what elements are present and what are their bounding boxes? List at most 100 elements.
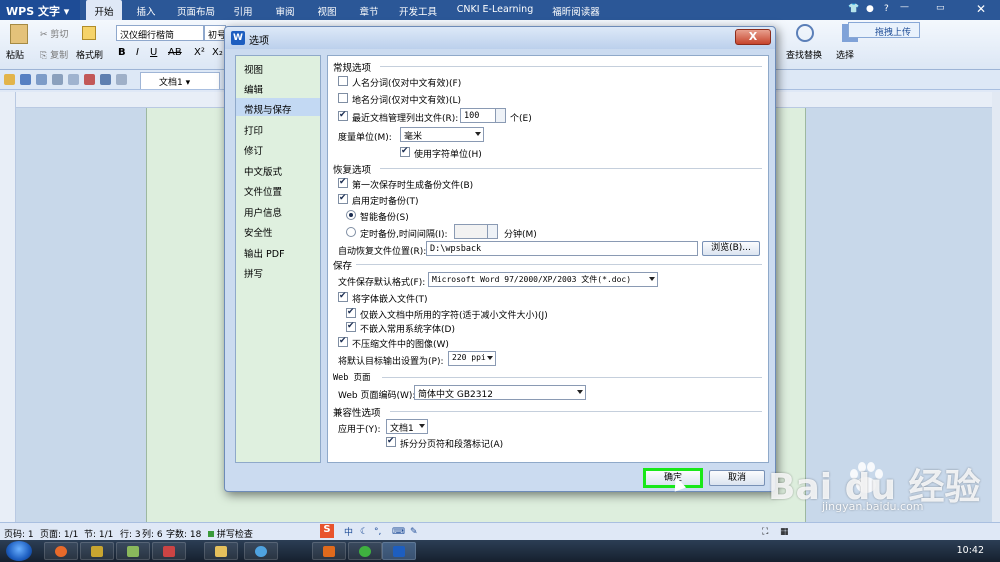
backup-interval-spinner[interactable] xyxy=(487,225,497,238)
nav-item-file-location[interactable]: 文件位置 xyxy=(236,180,320,198)
autosave-location-field[interactable]: D:\wpsback xyxy=(426,241,698,256)
help-icon[interactable]: ? xyxy=(884,4,889,14)
embed-fonts-checkbox[interactable] xyxy=(338,291,348,302)
browse-button[interactable]: 浏览(B)... xyxy=(702,241,760,256)
find-replace-icon[interactable] xyxy=(796,24,814,42)
vertical-scrollbar[interactable] xyxy=(992,92,1000,522)
restore-icon[interactable]: ▭ xyxy=(936,3,945,13)
taskbar-qq[interactable] xyxy=(244,542,278,560)
recent-count-spinner[interactable] xyxy=(495,109,505,122)
nav-item-export-pdf[interactable]: 输出 PDF xyxy=(236,242,320,260)
print-icon[interactable] xyxy=(52,74,63,85)
taskbar-app-2[interactable] xyxy=(80,542,114,560)
tab-insert[interactable]: 插入 xyxy=(128,0,164,20)
format-painter-label[interactable]: 格式刷 xyxy=(76,48,103,61)
char-unit-checkbox[interactable] xyxy=(400,146,410,157)
underline-button[interactable]: U xyxy=(150,47,157,58)
tab-chapter[interactable]: 章节 xyxy=(354,0,384,20)
taskbar-firefox[interactable] xyxy=(44,542,78,560)
close-icon[interactable]: ✕ xyxy=(976,2,986,16)
subscript-button[interactable]: X₂ xyxy=(212,47,223,58)
recent-count-field[interactable]: 100 xyxy=(460,108,506,123)
nav-item-user-info[interactable]: 用户信息 xyxy=(236,201,320,219)
taskbar-app-3[interactable] xyxy=(116,542,150,560)
start-button[interactable] xyxy=(6,541,32,561)
ime-keyboard-icon[interactable]: ⌨ xyxy=(392,527,405,537)
place-names-checkbox[interactable] xyxy=(338,93,348,103)
find-replace-label[interactable]: 查找替换 xyxy=(786,48,822,61)
target-output-select[interactable]: 220 ppi xyxy=(448,351,496,366)
nav-item-edit[interactable]: 编辑 xyxy=(236,78,320,96)
measure-unit-select[interactable]: 毫米 xyxy=(400,127,484,142)
dialog-title-bar[interactable]: W 选项 X xyxy=(225,27,775,49)
spellcheck-status[interactable]: 拼写检查 xyxy=(208,527,253,540)
tab-references[interactable]: 引用 xyxy=(228,0,258,20)
tab-home[interactable]: 开始 xyxy=(86,0,122,20)
paste-icon[interactable] xyxy=(10,24,28,44)
italic-button[interactable]: I xyxy=(136,47,139,58)
save-icon[interactable] xyxy=(20,74,31,85)
taskbar-app-4[interactable] xyxy=(152,542,186,560)
web-encoding-select[interactable]: 简体中文 GB2312 xyxy=(414,385,586,400)
format-painter-icon[interactable] xyxy=(82,26,96,40)
cancel-button[interactable]: 取消 xyxy=(709,470,765,486)
ime-chinese-icon[interactable]: 中 xyxy=(344,525,353,538)
ime-tools-icon[interactable]: ✎ xyxy=(410,527,418,537)
nav-item-general-save[interactable]: 常规与保存 xyxy=(236,98,320,116)
ime-moon-icon[interactable]: ☾ xyxy=(360,527,368,537)
fit-icon[interactable]: ⛶ xyxy=(762,527,768,537)
select-label[interactable]: 选择 xyxy=(836,48,854,61)
minimize-icon[interactable]: — xyxy=(900,2,909,12)
wps-app-button[interactable]: WPS 文字 ▾ xyxy=(0,0,80,20)
font-name-combo[interactable]: 汉仪细行楷简 xyxy=(116,25,204,41)
undo-icon[interactable] xyxy=(100,74,111,85)
font-size-combo[interactable]: 初号 xyxy=(204,25,226,41)
backup-interval-field[interactable] xyxy=(454,224,498,239)
taskbar-wps[interactable] xyxy=(382,542,416,560)
tab-review[interactable]: 审阅 xyxy=(270,0,300,20)
bold-button[interactable]: B xyxy=(118,47,126,58)
layout-icon[interactable]: ▦ xyxy=(780,527,789,537)
timed-backup-checkbox[interactable] xyxy=(338,193,348,204)
no-compress-images-checkbox[interactable] xyxy=(338,336,348,347)
apply-to-select[interactable]: 文档1 xyxy=(386,419,428,434)
split-page-marks-checkbox[interactable] xyxy=(386,436,396,447)
spellcheck-icon[interactable] xyxy=(84,74,95,85)
redo-icon[interactable] xyxy=(116,74,127,85)
nav-item-spelling[interactable]: 拼写 xyxy=(236,262,320,280)
recent-files-checkbox[interactable] xyxy=(338,110,348,121)
user-icon[interactable]: ● xyxy=(866,4,874,14)
tab-cnki[interactable]: CNKI E-Learning xyxy=(452,0,538,20)
taskbar-explorer[interactable] xyxy=(204,542,238,560)
tab-foxit[interactable]: 福昕阅读器 xyxy=(548,0,604,20)
skin-icon[interactable]: 👕 xyxy=(848,4,859,14)
upload-button[interactable]: 拖拽上传 xyxy=(848,22,920,38)
no-system-fonts-checkbox[interactable] xyxy=(346,321,356,332)
nav-item-revision[interactable]: 修订 xyxy=(236,139,320,157)
superscript-button[interactable]: X² xyxy=(194,47,205,58)
nav-item-view[interactable]: 视图 xyxy=(236,58,320,76)
cut-button[interactable]: ✂ 剪切 xyxy=(40,27,68,40)
embed-used-chars-checkbox[interactable] xyxy=(346,307,356,318)
tab-view[interactable]: 视图 xyxy=(312,0,342,20)
strikethrough-button[interactable]: AB xyxy=(168,47,182,58)
backup-first-save-checkbox[interactable] xyxy=(338,177,348,188)
taskbar-wechat[interactable] xyxy=(348,542,382,560)
nav-item-security[interactable]: 安全性 xyxy=(236,221,320,239)
sogou-ime-icon[interactable]: S xyxy=(320,524,334,538)
clock[interactable]: 10:42 xyxy=(957,545,984,556)
taskbar-player[interactable] xyxy=(312,542,346,560)
tab-page-layout[interactable]: 页面布局 xyxy=(170,0,222,20)
nav-item-chinese-layout[interactable]: 中文版式 xyxy=(236,160,320,178)
tab-developer[interactable]: 开发工具 xyxy=(394,0,442,20)
default-format-select[interactable]: Microsoft Word 97/2000/XP/2003 文件(*.doc) xyxy=(428,272,658,287)
smart-backup-radio[interactable] xyxy=(346,210,356,220)
paste-label[interactable]: 粘贴 xyxy=(6,48,24,61)
open-icon[interactable] xyxy=(4,74,15,85)
interval-backup-radio[interactable] xyxy=(346,227,356,237)
dialog-close-button[interactable]: X xyxy=(735,29,771,45)
ime-punct-icon[interactable]: °, xyxy=(374,527,381,537)
nav-item-print[interactable]: 打印 xyxy=(236,119,320,137)
document-tab[interactable]: 文档1 ▾ xyxy=(140,72,220,89)
person-names-checkbox[interactable] xyxy=(338,76,348,86)
